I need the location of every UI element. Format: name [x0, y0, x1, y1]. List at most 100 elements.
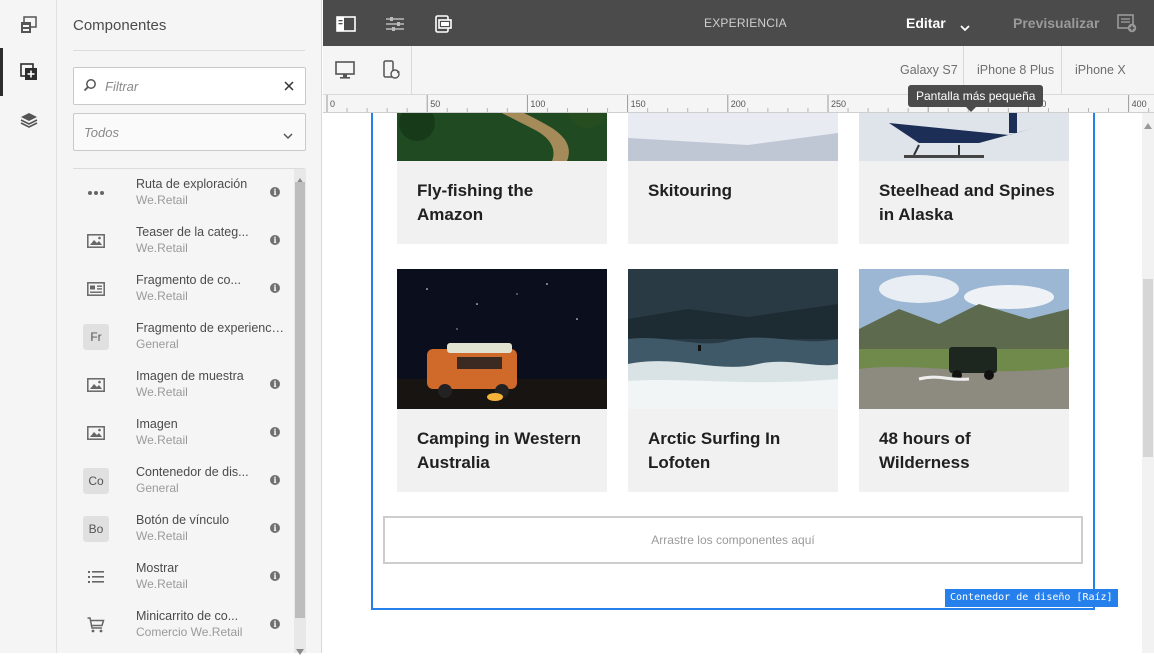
article-card[interactable]: Fly-fishing the Amazon	[397, 113, 607, 244]
component-group: We.Retail	[136, 577, 188, 591]
list-item[interactable]: Teaser de la categ... We.Retail i	[73, 217, 295, 265]
scroll-down-arrow-icon[interactable]	[296, 642, 304, 660]
desktop-icon[interactable]	[333, 59, 357, 81]
component-name: Ruta de exploración	[136, 177, 248, 191]
list-item[interactable]: Mostrar We.Retail i	[73, 553, 295, 601]
preview-button[interactable]: Previsualizar	[1013, 15, 1099, 31]
list-item[interactable]: Fr Fragmento de experiencias General	[73, 313, 295, 361]
toolbar-title: EXPERIENCIA	[704, 16, 787, 30]
divider	[1061, 46, 1062, 94]
article-card[interactable]: Camping in Western Australia	[397, 269, 607, 492]
article-card[interactable]: Arctic Surfing In Lofoten	[628, 269, 838, 492]
card-title: Camping in Western Australia	[417, 429, 582, 472]
info-icon[interactable]: i	[270, 619, 280, 629]
annotations-icon[interactable]	[1117, 13, 1137, 38]
ruler-label: 200	[731, 99, 746, 109]
scroll-up-arrow-icon[interactable]	[1144, 116, 1152, 134]
info-icon[interactable]: i	[270, 523, 280, 533]
card-title: Fly-fishing the Amazon	[417, 181, 534, 224]
device-iphone-x[interactable]: iPhone X	[1075, 63, 1126, 77]
card-image-camper	[397, 269, 607, 409]
list-item[interactable]: Co Contenedor de dis... General i	[73, 457, 295, 505]
component-group: General	[136, 481, 179, 495]
ruler-label: 400	[1132, 99, 1147, 109]
info-icon[interactable]: i	[270, 379, 280, 389]
component-name: Mostrar	[136, 561, 179, 575]
image-icon	[83, 420, 109, 446]
component-group: We.Retail	[136, 385, 188, 399]
ellipsis-icon	[83, 180, 109, 206]
device-iphone-8-plus[interactable]: iPhone 8 Plus	[977, 63, 1054, 77]
ruler-label: 0	[330, 99, 335, 109]
scrollbar-thumb[interactable]	[1143, 279, 1153, 457]
emulator-devices-icon[interactable]	[430, 11, 456, 37]
component-group: Comercio We.Retail	[136, 625, 243, 639]
component-dropzone[interactable]: Arrastre los componentes aquí	[383, 516, 1083, 564]
component-abbreviation: Fr	[83, 324, 109, 350]
ruler-label: 50	[430, 99, 440, 109]
group-select-value: Todos	[84, 125, 119, 140]
ruler-label: 250	[831, 99, 846, 109]
canvas-scrollbar[interactable]	[1142, 113, 1154, 653]
component-name: Contenedor de dis...	[136, 465, 249, 479]
image-icon	[83, 228, 109, 254]
components-panel: Componentes Filtrar Todos Ruta de explor…	[57, 0, 322, 655]
component-name: Teaser de la categ...	[136, 225, 249, 239]
ruler-label: 100	[530, 99, 545, 109]
panel-title: Componentes	[73, 17, 167, 34]
content-fragment-icon	[83, 276, 109, 302]
component-group: We.Retail	[136, 289, 188, 303]
component-name: Imagen	[136, 417, 178, 431]
article-card[interactable]: Skitouring	[628, 113, 838, 244]
filter-input[interactable]: Filtrar	[73, 67, 306, 105]
list-item[interactable]: Imagen de muestra We.Retail i	[73, 361, 295, 409]
info-icon[interactable]: i	[270, 475, 280, 485]
page-layout-icon[interactable]	[14, 10, 44, 40]
component-list: Ruta de exploración We.Retail i Teaser d…	[73, 169, 295, 653]
component-name: Fragmento de experiencias	[136, 321, 286, 335]
list-item[interactable]: Minicarrito de co... Comercio We.Retail …	[73, 601, 295, 649]
toggle-side-panel-icon[interactable]	[333, 11, 359, 37]
component-name: Imagen de muestra	[136, 369, 244, 383]
component-group: General	[136, 337, 179, 351]
component-group: We.Retail	[136, 241, 188, 255]
info-icon[interactable]: i	[270, 571, 280, 581]
component-name: Minicarrito de co...	[136, 609, 239, 623]
card-title: Arctic Surfing In Lofoten	[648, 429, 781, 472]
card-image-snow	[628, 113, 838, 223]
mode-selector-label[interactable]: Editar	[906, 15, 946, 31]
layers-icon[interactable]	[14, 105, 44, 135]
scrollbar-thumb[interactable]	[295, 182, 305, 618]
divider	[73, 50, 305, 51]
list-item[interactable]: Imagen We.Retail i	[73, 409, 295, 457]
info-icon[interactable]: i	[270, 235, 280, 245]
article-card[interactable]: 48 hours of Wilderness	[859, 269, 1069, 492]
component-abbreviation: Co	[83, 468, 109, 494]
divider	[411, 46, 412, 94]
chevron-down-icon	[283, 127, 293, 145]
group-select[interactable]: Todos	[73, 113, 306, 151]
layout-container-label[interactable]: Contenedor de diseño [Raíz]	[945, 589, 1118, 607]
component-abbreviation: Bo	[83, 516, 109, 542]
side-rail	[0, 0, 57, 653]
chevron-down-icon[interactable]	[960, 19, 970, 37]
clear-icon[interactable]	[283, 79, 295, 97]
component-group: We.Retail	[136, 433, 188, 447]
article-card[interactable]: Steelhead and Spines in Alaska	[859, 113, 1069, 244]
card-title: Steelhead and Spines in Alaska	[879, 181, 1055, 224]
dropzone-hint: Arrastre los componentes aquí	[651, 533, 815, 547]
ruler-label: 150	[631, 99, 646, 109]
info-icon[interactable]: i	[270, 427, 280, 437]
component-name: Botón de vínculo	[136, 513, 230, 527]
cart-icon	[83, 612, 109, 638]
tooltip: Pantalla más pequeña	[908, 85, 1044, 112]
info-icon[interactable]: i	[270, 283, 280, 293]
list-item[interactable]: Ruta de exploración We.Retail i	[73, 169, 295, 217]
info-icon[interactable]: i	[270, 187, 280, 197]
device-galaxy-s7[interactable]: Galaxy S7	[900, 63, 958, 77]
list-item[interactable]: Bo Botón de vínculo We.Retail i	[73, 505, 295, 553]
page-properties-sliders-icon[interactable]	[382, 11, 408, 37]
add-component-icon[interactable]	[14, 57, 44, 87]
rotate-device-icon[interactable]	[379, 59, 403, 81]
list-item[interactable]: Fragmento de co... We.Retail i	[73, 265, 295, 313]
